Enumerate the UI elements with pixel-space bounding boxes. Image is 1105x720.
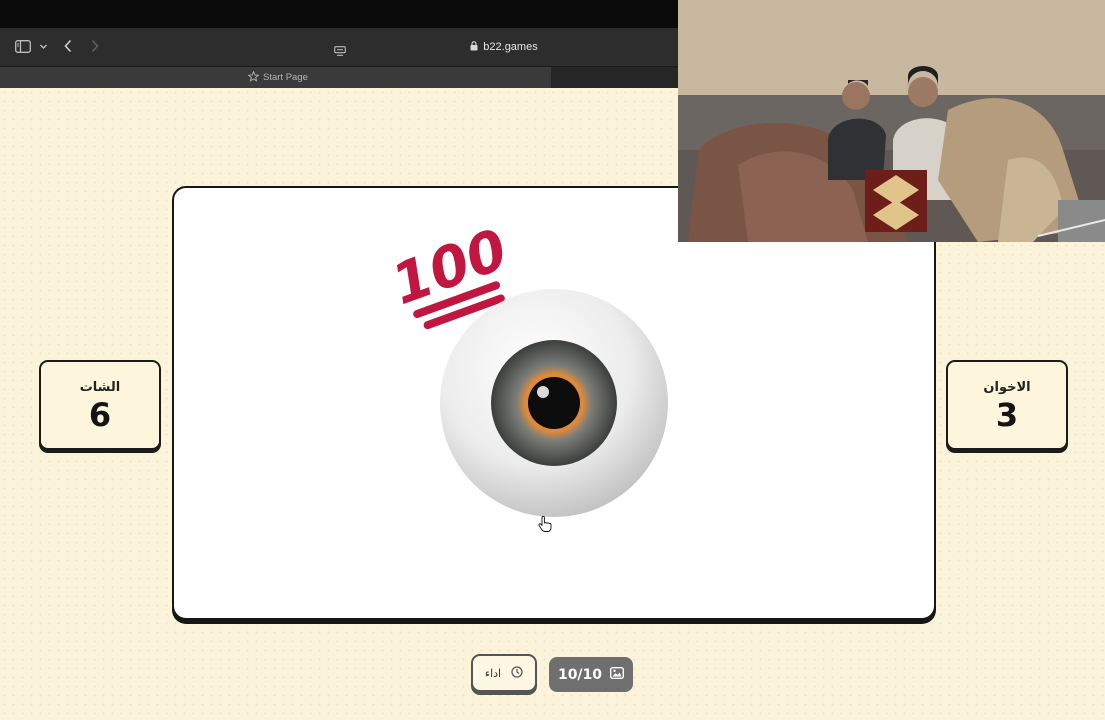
favorites-start-page[interactable]: Start Page (247, 70, 308, 85)
star-icon (247, 70, 260, 85)
favorites-start-page-label: Start Page (263, 72, 308, 83)
webcam-feed-image (678, 0, 1105, 242)
question-illustration: 100 (384, 217, 668, 517)
back-icon[interactable] (63, 39, 73, 57)
eye-emoji-icon (440, 289, 668, 517)
performance-label: اداء (484, 666, 502, 680)
forward-icon[interactable] (90, 39, 100, 57)
favorites-bar: Start Page (0, 67, 678, 88)
favorites-bar-area: Start Page (0, 67, 551, 88)
left-team-name: الشات (79, 379, 121, 395)
clock-icon (511, 665, 523, 681)
chevron-down-icon[interactable] (39, 41, 48, 55)
performance-button[interactable]: اداء (471, 654, 537, 692)
sidebar-toggle-icon[interactable] (15, 40, 31, 57)
right-team-score-card: الاخوان 3 (946, 360, 1068, 450)
lock-icon (470, 40, 478, 54)
question-counter-button[interactable]: 10/10 (549, 657, 633, 692)
address-text: b22.games (483, 41, 538, 53)
right-team-name: الاخوان (983, 379, 1031, 395)
window-titlebar (0, 0, 678, 28)
browser-toolbar: b22.games (0, 28, 678, 67)
image-icon (610, 666, 625, 683)
left-team-score-card: الشات 6 (39, 360, 161, 450)
question-counter-value: 10/10 (557, 666, 603, 683)
address-bar[interactable]: b22.games (330, 37, 678, 57)
hand-cursor-icon (538, 515, 552, 536)
webcam-overlay (678, 0, 1105, 242)
question-card: 100 (172, 186, 936, 620)
right-team-score: 3 (995, 395, 1019, 434)
left-team-score: 6 (88, 395, 112, 434)
